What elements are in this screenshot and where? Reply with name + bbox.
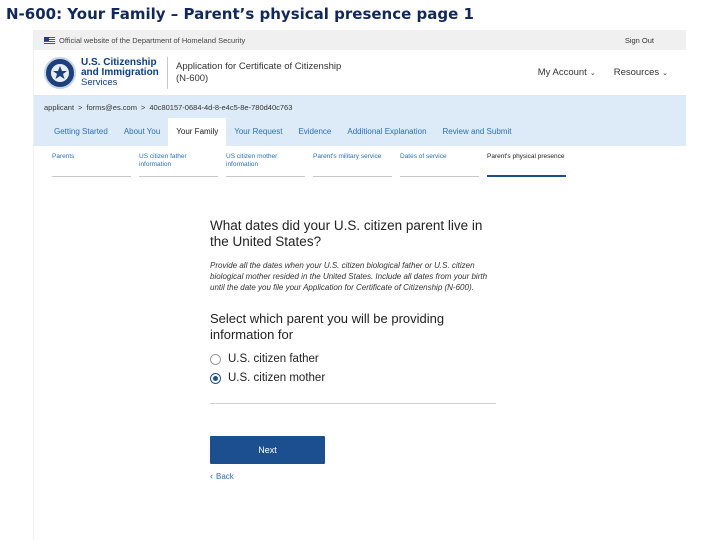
subtab-parents[interactable]: Parents — [52, 150, 131, 177]
us-flag-icon — [44, 36, 55, 44]
radio-label-mother[interactable]: U.S. citizen mother — [228, 372, 325, 384]
header-divider — [167, 56, 168, 89]
back-link[interactable]: ‹ Back — [210, 471, 500, 481]
app-title-line-1: Application for Certificate of Citizensh… — [176, 60, 342, 72]
radio-option-mother[interactable]: U.S. citizen mother — [210, 372, 500, 384]
agency-line-3: Services — [81, 76, 118, 88]
tab-getting-started[interactable]: Getting Started — [46, 118, 116, 146]
tab-review-and-submit[interactable]: Review and Submit — [435, 118, 520, 146]
parent-select-label: Select which parent you will be providin… — [210, 311, 445, 342]
family-subtabs: Parents US citizen father information US… — [52, 150, 574, 177]
radio-option-father[interactable]: U.S. citizen father — [210, 353, 500, 365]
tab-about-you[interactable]: About You — [116, 118, 168, 146]
official-website-text: Official website of the Department of Ho… — [59, 35, 246, 45]
site-header: U.S. Citizenship and Immigration Service… — [34, 50, 686, 96]
back-label: Back — [216, 471, 234, 481]
breadcrumb-separator-icon: > — [78, 102, 83, 112]
next-button[interactable]: Next — [210, 436, 325, 464]
subtab-mother-information[interactable]: US citizen mother information — [226, 150, 305, 177]
section-tabs: Getting Started About You Your Family Yo… — [34, 118, 686, 146]
agency-line-1: U.S. Citizenship — [81, 56, 157, 68]
radio-label-father[interactable]: U.S. citizen father — [228, 353, 319, 365]
tab-additional-explanation[interactable]: Additional Explanation — [339, 118, 434, 146]
resources-label: Resources — [613, 67, 660, 78]
back-arrow-icon: ‹ — [210, 471, 213, 481]
chevron-down-icon: ⌄ — [662, 70, 668, 77]
tab-evidence[interactable]: Evidence — [290, 118, 339, 146]
question-help-text: Provide all the dates when your U.S. cit… — [210, 261, 488, 292]
breadcrumb-item[interactable]: forms@es.com — [86, 103, 137, 112]
slide-title: N-600: Your Family – Parent’s physical p… — [6, 5, 474, 23]
divider — [210, 403, 496, 404]
chevron-down-icon: ⌄ — [589, 70, 596, 77]
subtab-military-service[interactable]: Parent's military service — [313, 150, 392, 177]
gov-banner: Official website of the Department of Ho… — [34, 30, 686, 50]
breadcrumb-item: 40c80157-0684-4d-8-e4c5-8e-780d40c763 — [149, 102, 293, 112]
resources-menu[interactable]: Resources ⌄ — [614, 67, 668, 78]
browser-page: Official website of the Department of Ho… — [33, 30, 686, 540]
my-account-menu[interactable]: My Account ⌄ — [538, 67, 596, 78]
radio-button-father[interactable] — [210, 353, 221, 365]
app-title-line-2: (N-600) — [176, 72, 209, 84]
sign-out-link[interactable]: Sign Out — [625, 36, 654, 45]
agency-line-2: and Immigration — [81, 66, 159, 78]
my-account-label: My Account — [537, 67, 587, 78]
breadcrumb: applicant > forms@es.com > 40c80157-0684… — [34, 96, 686, 118]
subtab-physical-presence[interactable]: Parent's physical presence — [487, 150, 566, 177]
tab-your-family[interactable]: Your Family — [168, 118, 227, 146]
breadcrumb-separator-icon: > — [140, 102, 146, 112]
question-title: What dates did your U.S. citizen parent … — [210, 218, 483, 249]
application-title: Application for Certificate of Citizensh… — [176, 61, 376, 85]
agency-name[interactable]: U.S. Citizenship and Immigration Service… — [81, 56, 161, 88]
question-panel: What dates did your U.S. citizen parent … — [210, 218, 500, 481]
dhs-seal-icon[interactable] — [44, 56, 76, 89]
subtab-father-information[interactable]: US citizen father information — [139, 150, 218, 177]
radio-button-mother[interactable] — [210, 372, 221, 384]
breadcrumb-item[interactable]: applicant — [44, 103, 74, 112]
tab-your-request[interactable]: Your Request — [226, 118, 290, 146]
subtab-dates-of-service[interactable]: Dates of service — [400, 150, 479, 177]
